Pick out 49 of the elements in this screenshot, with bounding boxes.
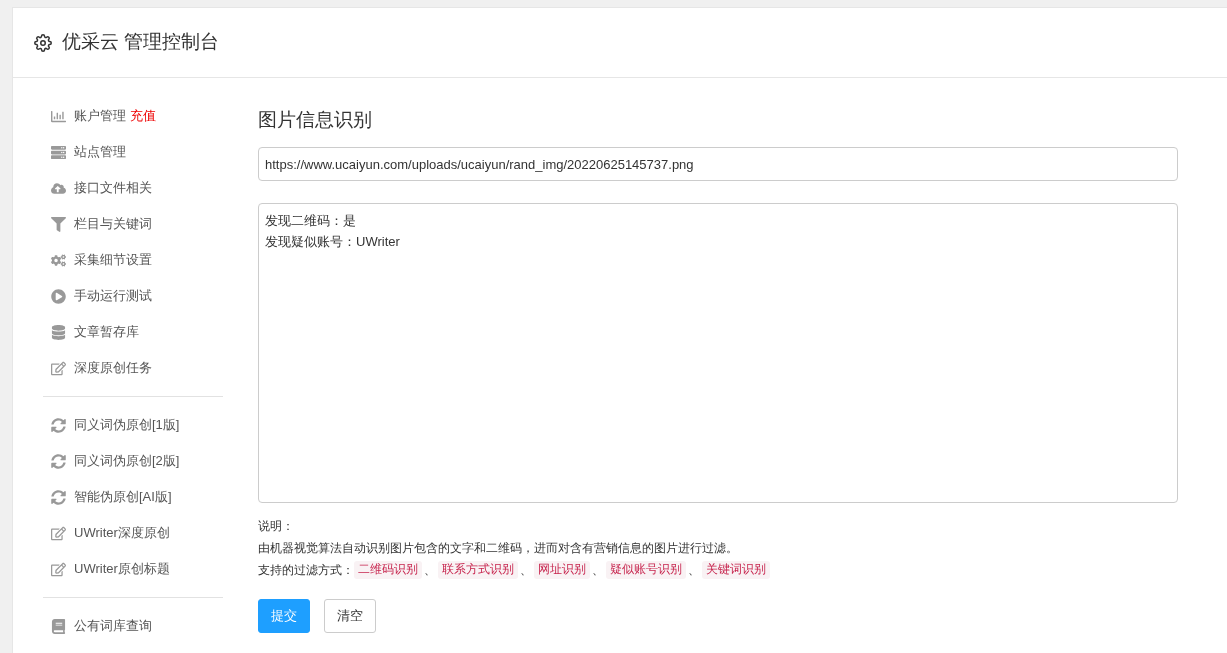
notes-heading: 说明： [258, 518, 295, 535]
filter-method-tag: 关键词识别 [702, 561, 770, 579]
sidebar-item[interactable]: 站点管理 [74, 142, 126, 162]
sidebar-item[interactable]: UWriter原创标题 [74, 559, 170, 579]
cloud-upload-icon [50, 180, 66, 196]
sidebar-item[interactable]: 账户管理 [74, 106, 126, 126]
console-title: 优采云 管理控制台 [62, 30, 220, 55]
settings-icon [34, 33, 52, 52]
refresh-icon [50, 417, 66, 433]
sidebar-item[interactable]: 深度原创任务 [74, 358, 152, 378]
result-line: 发现疑似账号：UWriter [265, 233, 401, 251]
play-icon [50, 288, 66, 304]
result-box[interactable]: 发现二维码：是 发现疑似账号：UWriter [258, 203, 1178, 503]
sidebar-item[interactable]: 智能伪原创[AI版] [74, 487, 172, 507]
filter-method-tag: 二维码识别 [354, 561, 422, 579]
filter-method-tag: 疑似账号识别 [606, 561, 686, 579]
sidebar-item[interactable]: 公有词库查询 [74, 616, 152, 636]
database-icon [50, 324, 66, 340]
sidebar-item[interactable]: 手动运行测试 [74, 286, 152, 306]
refresh-icon [50, 489, 66, 505]
refresh-icon [50, 453, 66, 469]
sidebar-item[interactable]: 文章暂存库 [74, 322, 139, 342]
server-icon [50, 144, 66, 160]
sidebar-item[interactable]: UWriter深度原创 [74, 523, 170, 543]
url-field[interactable]: https://www.ucaiyun.com/uploads/ucaiyun/rand_img/20220625145737.png [258, 147, 1178, 181]
sidebar-item[interactable]: 栏目与关键词 [74, 214, 152, 234]
edit-icon [50, 360, 66, 376]
section-title: 图片信息识别 [258, 108, 373, 132]
edit-icon [50, 561, 66, 577]
recharge-link[interactable]: 充值 [130, 106, 156, 126]
separator-mark: 、 [687, 562, 701, 579]
filter-method-tag: 联系方式识别 [438, 561, 518, 579]
bar-chart-icon [50, 108, 66, 124]
sidebar-item[interactable]: 采集细节设置 [74, 250, 152, 270]
separator-mark: 、 [591, 562, 605, 579]
gears-icon [50, 252, 66, 268]
separator-mark: 、 [519, 562, 533, 579]
notes-description: 由机器视觉算法自动识别图片包含的文字和二维码，进而对含有营销信息的图片进行过滤。 [258, 540, 739, 557]
result-line: 发现二维码：是 [265, 212, 357, 230]
filter-icon [50, 216, 66, 232]
edit-icon [50, 525, 66, 541]
sidebar-item[interactable]: 接口文件相关 [74, 178, 152, 198]
sidebar-item[interactable]: 同义词伪原创[2版] [74, 451, 180, 471]
filter-method-tag: 网址识别 [534, 561, 590, 579]
separator-mark: 、 [423, 562, 437, 579]
sidebar-item[interactable]: 同义词伪原创[1版] [74, 415, 180, 435]
book-icon [50, 618, 66, 634]
clear-button[interactable]: 清空 [324, 599, 376, 633]
filter-methods-label: 支持的过滤方式： [258, 562, 354, 579]
